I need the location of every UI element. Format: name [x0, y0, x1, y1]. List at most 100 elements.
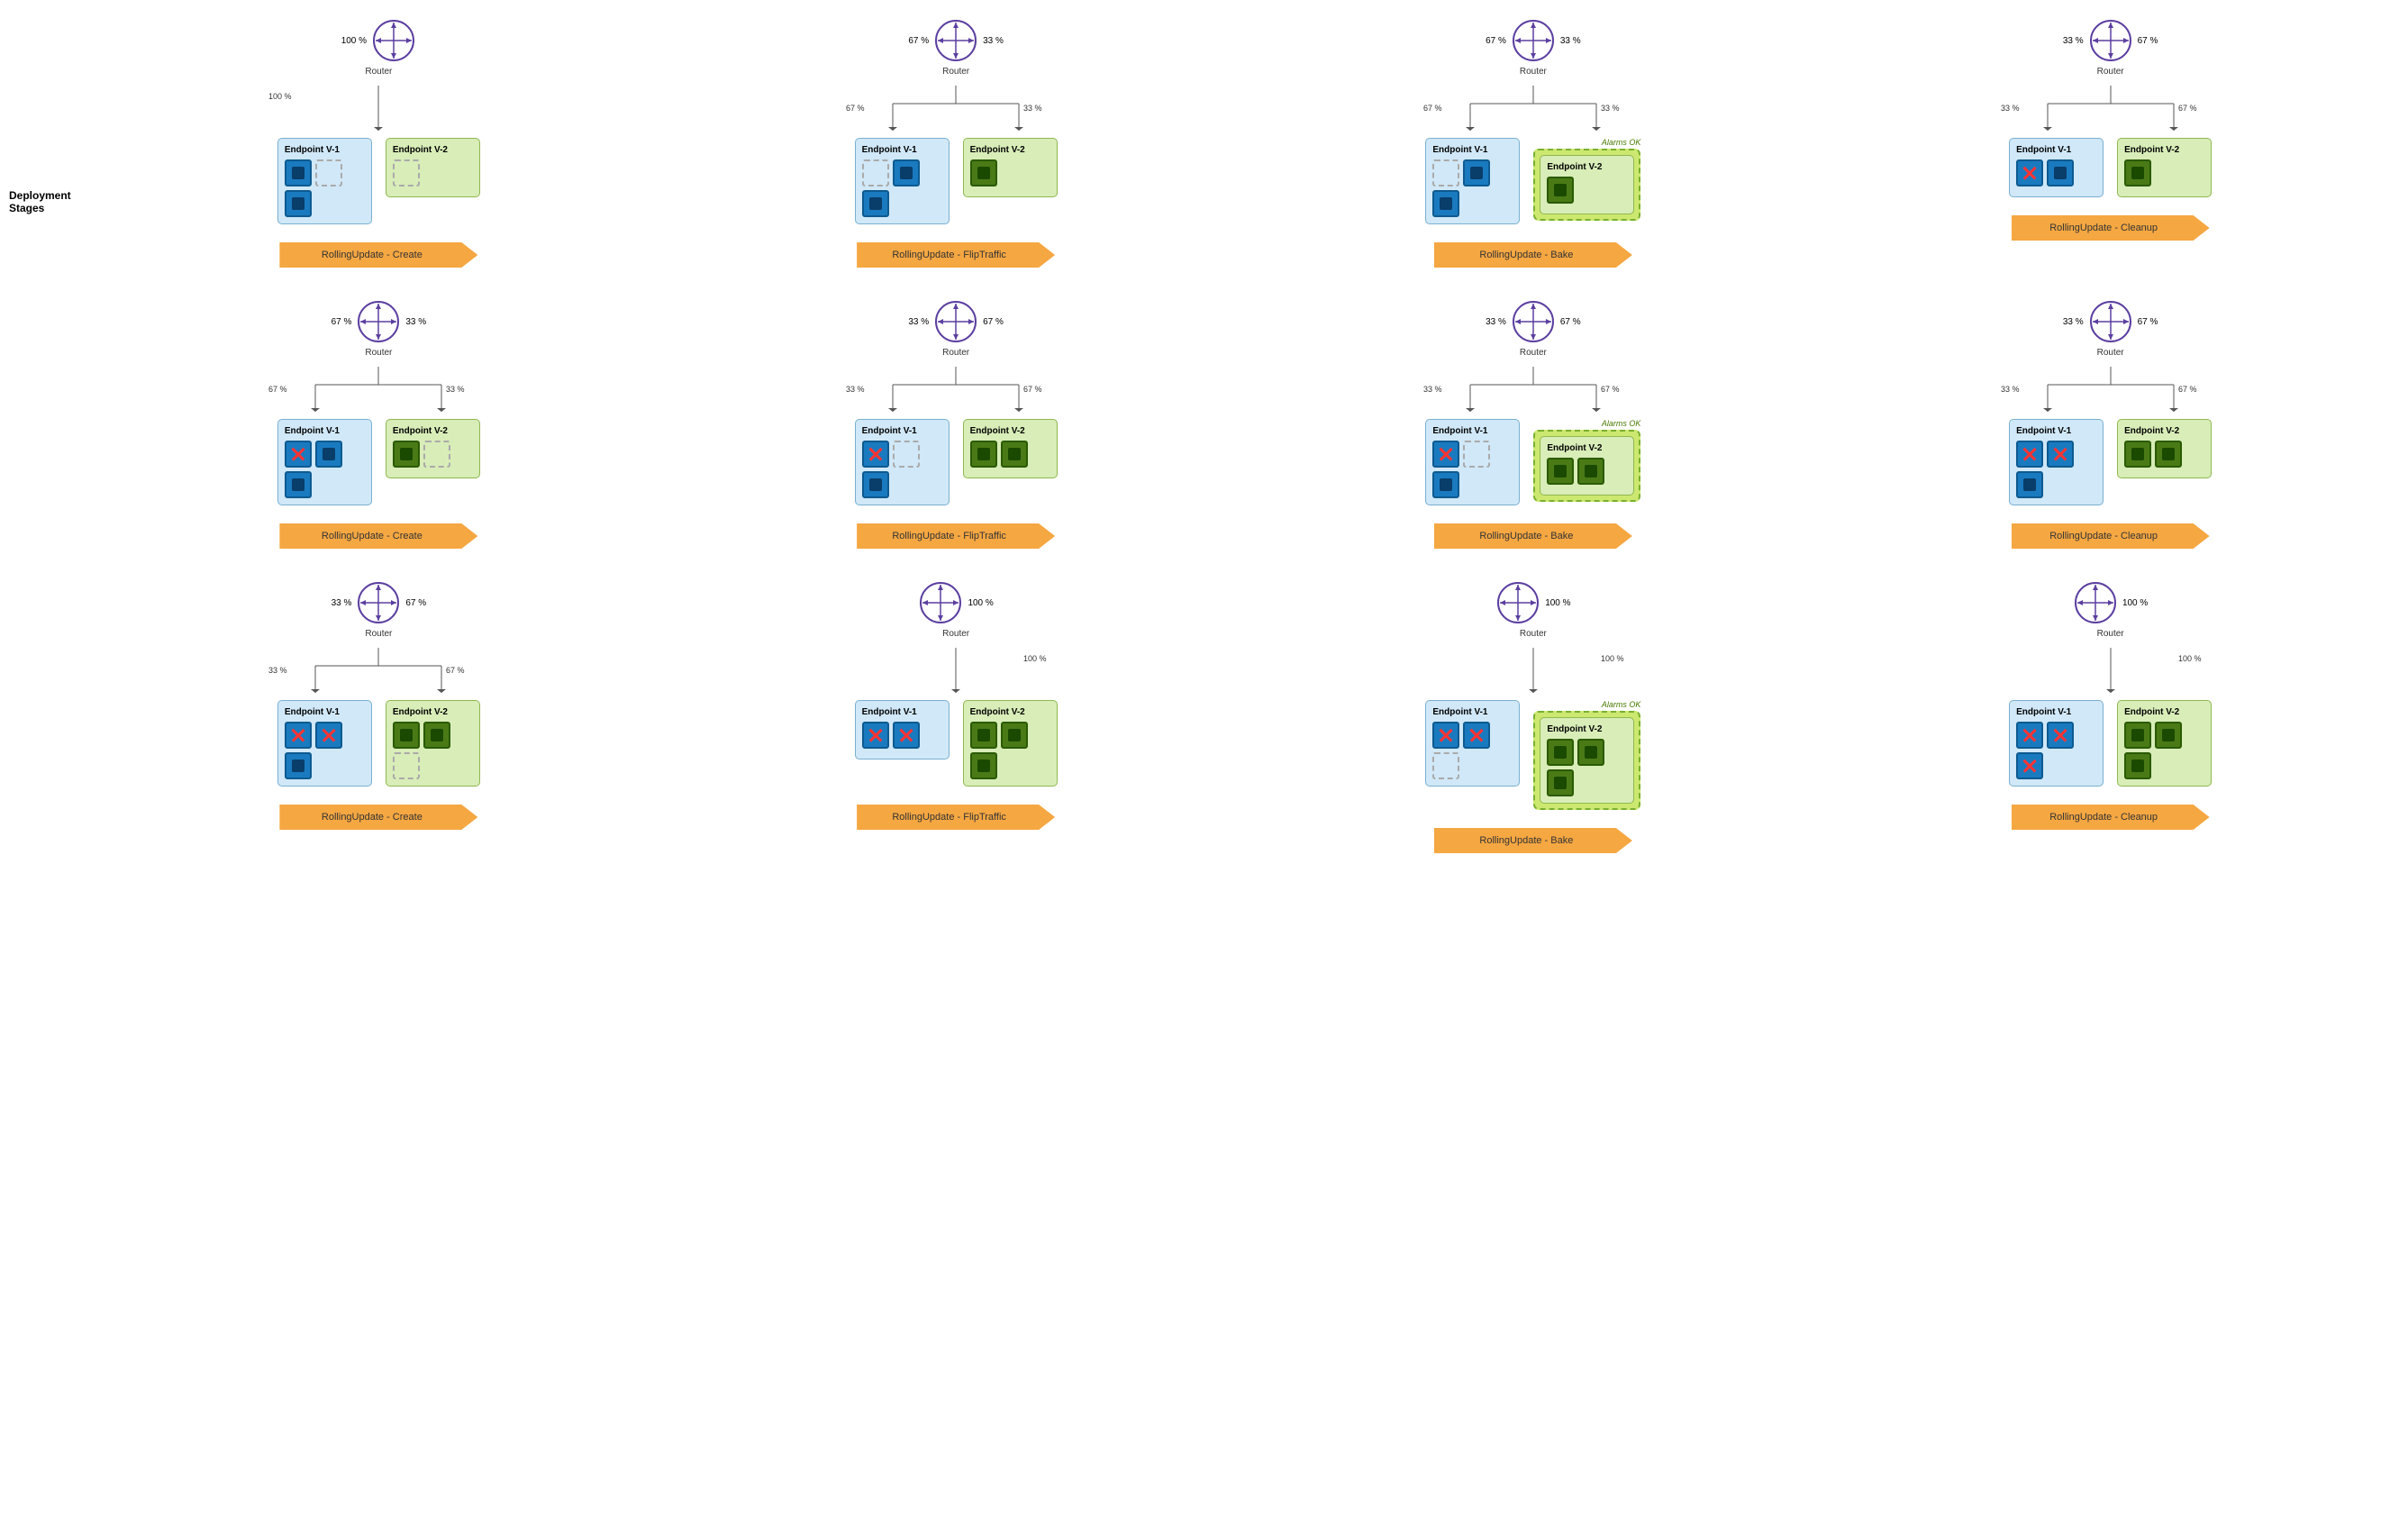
endpoints-row: Endpoint V-1Endpoint V-2: [277, 419, 480, 505]
instance-alive_blue: [1432, 190, 1459, 217]
traffic-top: 33 %67 %: [2063, 299, 2158, 344]
router-label: Router: [1520, 67, 1547, 77]
router-section: 67 %33 %Router: [332, 299, 427, 358]
router-label: Router: [365, 629, 392, 639]
endpoint-box: Endpoint V-2: [1540, 717, 1634, 804]
traffic-top: 67 %33 %: [1486, 18, 1581, 63]
endpoint-title: Endpoint V-1: [2016, 426, 2096, 436]
svg-text:67 %: 67 %: [2178, 385, 2197, 394]
instance-grid: [970, 441, 1050, 471]
instance-row: [1547, 458, 1627, 485]
instance-alive_green: [423, 722, 450, 749]
endpoint-outer: Endpoint V-2: [1533, 430, 1640, 502]
row-label-2: [9, 571, 90, 751]
endpoint-title: Endpoint V-1: [1432, 426, 1513, 436]
endpoint-wrapper: Endpoint V-1: [2009, 419, 2104, 505]
traffic-top: 33 %67 %: [332, 580, 427, 625]
endpoint-wrapper: Alarms OK Endpoint V-2: [1533, 419, 1640, 502]
endpoint-box: Endpoint V-2: [386, 138, 480, 197]
stage-banner: RollingUpdate - Cleanup: [2012, 523, 2210, 549]
router-label: Router: [365, 67, 392, 77]
traffic-connector: 67 %33 %: [261, 367, 495, 412]
svg-text:67 %: 67 %: [1023, 385, 1042, 394]
instance-alive_blue: [1463, 159, 1490, 186]
endpoint-title: Endpoint V-1: [1432, 707, 1513, 717]
instance-grid: [2016, 722, 2096, 779]
instance-row: [2016, 159, 2096, 186]
endpoint-outer: Endpoint V-2: [386, 138, 480, 197]
stage-col-r2-c1: 100 %Router100 %Endpoint V-1Endpoint V-2…: [668, 571, 1245, 862]
instance-alive_blue: [2016, 471, 2043, 498]
instance-dead: [315, 159, 342, 186]
instance-row: [1432, 471, 1513, 498]
svg-text:100 %: 100 %: [2178, 654, 2202, 663]
endpoint-box: Endpoint V-1: [277, 419, 372, 505]
router-icon: [2088, 18, 2133, 63]
instance-alive_blue: [285, 190, 312, 217]
endpoint-outer: Endpoint V-1: [855, 700, 950, 760]
right-pct: 100 %: [2122, 598, 2148, 608]
router-icon: [371, 18, 416, 63]
traffic-connector: 67 %33 %: [1416, 86, 1650, 131]
instance-alive_green: [970, 752, 997, 779]
stage-banner: RollingUpdate - Bake: [1434, 242, 1632, 268]
instance-row: [2016, 722, 2096, 749]
endpoint-wrapper: Endpoint V-2: [2117, 419, 2212, 478]
endpoint-box: Endpoint V-1: [277, 700, 372, 787]
stage-banner: RollingUpdate - Cleanup: [2012, 215, 2210, 241]
endpoint-title: Endpoint V-2: [970, 707, 1050, 717]
endpoints-row: Endpoint V-1Endpoint V-2: [277, 138, 480, 224]
endpoint-outer: Endpoint V-1: [1425, 700, 1520, 787]
traffic-connector: 67 %33 %: [839, 86, 1073, 131]
instance-x_blue: [1463, 722, 1490, 749]
endpoint-wrapper: Endpoint V-1: [2009, 700, 2104, 787]
endpoint-box: Endpoint V-2: [2117, 700, 2212, 787]
instance-grid: [862, 722, 942, 752]
endpoint-outer: Endpoint V-2: [386, 419, 480, 478]
traffic-connector: 33 %67 %: [1416, 367, 1650, 412]
traffic-top: 67 %33 %: [908, 18, 1004, 63]
instance-row: [970, 441, 1050, 468]
cols-container-1: 67 %33 %Router67 %33 %Endpoint V-1Endpoi…: [90, 290, 2399, 558]
endpoint-outer: Endpoint V-2: [1533, 711, 1640, 810]
endpoint-wrapper: Endpoint V-1: [855, 419, 950, 505]
instance-row: [862, 471, 942, 498]
stage-col-r1-c2: 33 %67 %Router33 %67 %Endpoint V-1Alarms…: [1245, 290, 1822, 558]
endpoint-box: Endpoint V-1: [855, 138, 950, 224]
endpoints-row: Endpoint V-1 Endpoint V-2: [855, 700, 1058, 787]
stage-banner: RollingUpdate - FlipTraffic: [857, 805, 1055, 830]
instance-x_blue: [315, 722, 342, 749]
instance-row: [2124, 722, 2204, 749]
instance-grid: [970, 722, 1050, 779]
instance-grid: [1547, 177, 1627, 207]
instance-alive_green: [2155, 441, 2182, 468]
stage-col-r2-c2: 100 %Router100 %Endpoint V-1Alarms OKEnd…: [1245, 571, 1822, 862]
instance-row: [393, 722, 473, 749]
instance-grid: [285, 441, 365, 498]
instance-alive_blue: [862, 190, 889, 217]
traffic-connector: 33 %67 %: [1994, 367, 2228, 412]
left-pct: 67 %: [1486, 36, 1506, 46]
endpoint-wrapper: Endpoint V-2: [963, 419, 1058, 478]
endpoint-outer: Endpoint V-1: [1425, 419, 1520, 505]
instance-row: [285, 722, 365, 749]
right-pct: 100 %: [968, 598, 993, 608]
stage-banner: RollingUpdate - Create: [279, 805, 477, 830]
traffic-top: 100 %: [2073, 580, 2148, 625]
instance-alive_green: [1547, 739, 1574, 766]
endpoints-row: Endpoint V-1Alarms OKEndpoint V-2: [1425, 700, 1640, 810]
alarms-ok-label: Alarms OK: [1533, 419, 1640, 428]
endpoint-box: Endpoint V-2: [963, 138, 1058, 197]
svg-text:67 %: 67 %: [446, 666, 465, 675]
instance-row: [1432, 441, 1513, 468]
instance-row: [970, 752, 1050, 779]
instance-row: [862, 441, 942, 468]
router-section: 33 %67 %Router: [2063, 18, 2158, 77]
instance-grid: [1432, 722, 1513, 779]
instance-x_blue: [1432, 722, 1459, 749]
router-label: Router: [1520, 629, 1547, 639]
endpoint-outer: Endpoint V-2: [2117, 700, 2212, 787]
instance-row: [2124, 752, 2204, 779]
endpoint-wrapper: Endpoint V-1: [855, 138, 950, 224]
endpoint-outer: Endpoint V-2: [963, 138, 1058, 197]
